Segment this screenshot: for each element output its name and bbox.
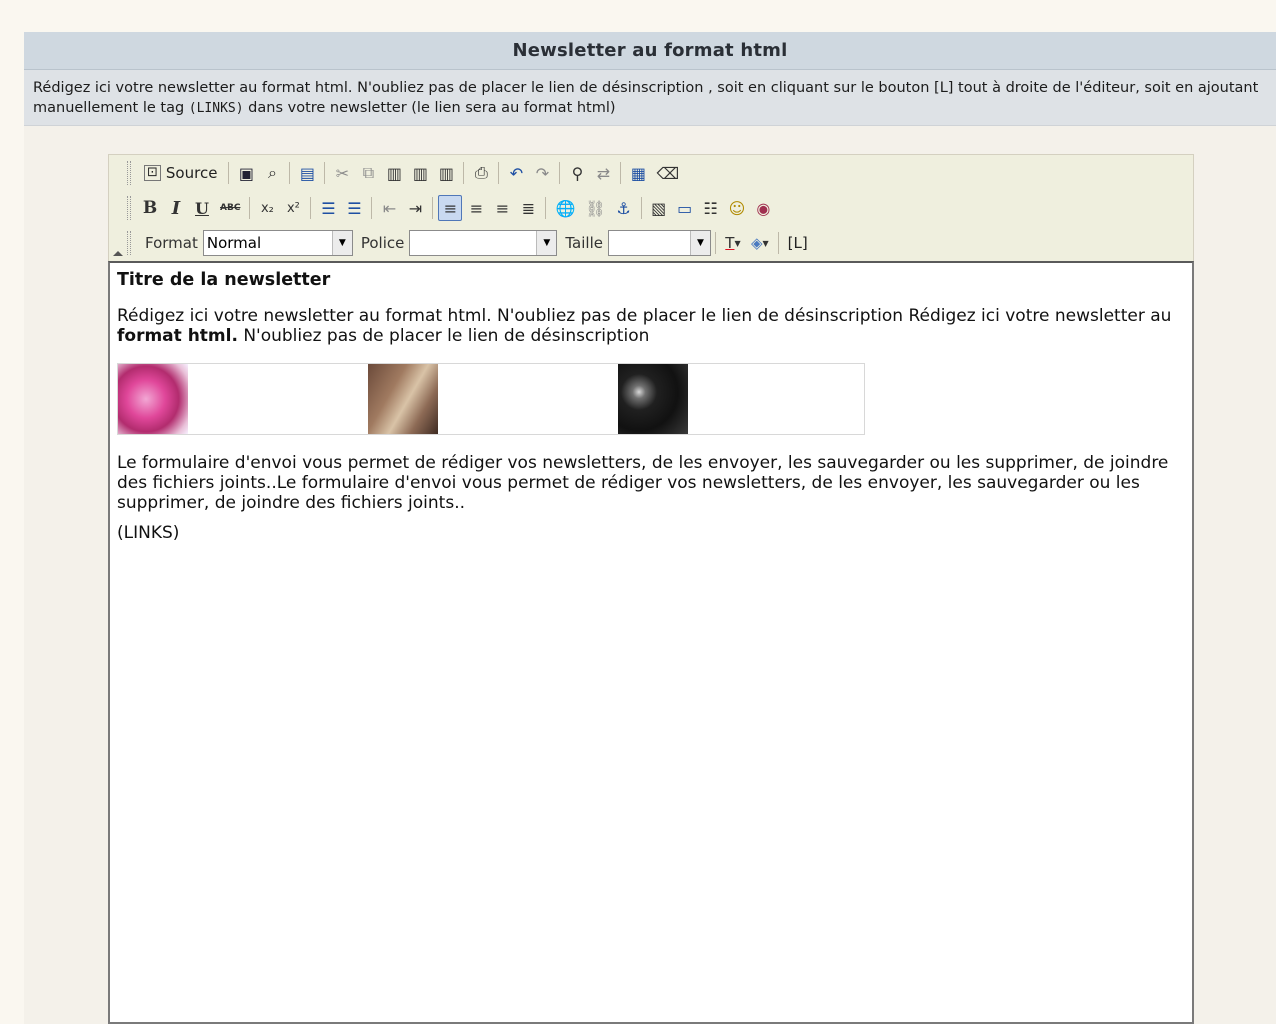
- toolbar-row-2: B I U ABC x₂ x² ☰ ☰ ⇤ ⇥ ≡ ≡ ≡ ≣ 🌐 ⛓ ⚓ ▧ …: [127, 193, 776, 223]
- unordered-list-icon[interactable]: ☰: [342, 195, 366, 221]
- flower-image[interactable]: [118, 364, 188, 434]
- body-paragraph: Le formulaire d'envoi vous permet de réd…: [117, 453, 1169, 513]
- source-button[interactable]: ⊡ Source: [138, 160, 223, 186]
- source-button-label: Source: [165, 164, 218, 182]
- unlink-icon[interactable]: ⛓: [581, 195, 609, 221]
- intro-paragraph: Rédigez ici votre newsletter au format h…: [117, 306, 1185, 346]
- editor-toolbar: ⊡ Source ▣ ⌕ ▤ ✂ ⧉ ▥ ▥ ▥ ⎙ ↶ ↷ ⚲ ⇄ ▦ ⌫ B…: [108, 154, 1194, 261]
- newsletter-panel: Newsletter au format html Rédigez ici vo…: [24, 32, 1276, 1024]
- image-icon[interactable]: ▧: [647, 195, 671, 221]
- html-editor: ⊡ Source ▣ ⌕ ▤ ✂ ⧉ ▥ ▥ ▥ ⎙ ↶ ↷ ⚲ ⇄ ▦ ⌫ B…: [108, 154, 1194, 1024]
- newsletter-title: Titre de la newsletter: [117, 270, 331, 290]
- find-icon[interactable]: ⚲: [565, 160, 589, 186]
- save-icon[interactable]: ▣: [234, 160, 258, 186]
- format-label: Format: [145, 234, 198, 252]
- redo-icon[interactable]: ↷: [530, 160, 554, 186]
- align-left-icon[interactable]: ≡: [438, 195, 463, 221]
- source-icon: ⊡: [144, 165, 161, 181]
- bold-button[interactable]: B: [138, 195, 162, 221]
- toolbar-grip: [127, 196, 131, 220]
- chevron-down-icon[interactable]: ▼: [331, 231, 352, 255]
- bg-color-button[interactable]: ◈ ▼: [747, 230, 773, 256]
- indent-icon[interactable]: ⇥: [403, 195, 427, 221]
- anchor-icon[interactable]: ⚓: [612, 195, 636, 221]
- panel-description: Rédigez ici votre newsletter au format h…: [24, 70, 1276, 126]
- replace-icon[interactable]: ⇄: [591, 160, 615, 186]
- portrait-image[interactable]: [368, 364, 438, 434]
- toolbar-collapse-icon[interactable]: [113, 251, 123, 256]
- copy-icon[interactable]: ⧉: [356, 160, 380, 186]
- special-char-icon[interactable]: ◉: [751, 195, 775, 221]
- underline-button[interactable]: U: [190, 195, 214, 221]
- toolbar-row-3: Format Normal ▼ Police ▼ Taille ▼ T ▼ ◈ ▼: [127, 228, 813, 258]
- toolbar-grip: [127, 231, 131, 255]
- align-right-icon[interactable]: ≡: [490, 195, 514, 221]
- editor-content[interactable]: Titre de la newsletter Rédigez ici votre…: [108, 261, 1194, 1024]
- links-tag: (LINKS): [117, 523, 180, 543]
- format-select-value: Normal: [206, 234, 262, 252]
- panel-title: Newsletter au format html: [24, 32, 1276, 70]
- link-icon[interactable]: 🌐: [551, 195, 579, 221]
- toolbar-row-1: ⊡ Source ▣ ⌕ ▤ ✂ ⧉ ▥ ▥ ▥ ⎙ ↶ ↷ ⚲ ⇄ ▦ ⌫: [127, 158, 684, 188]
- description-links-tag: (LINKS): [188, 101, 244, 116]
- image-strip: [117, 363, 865, 435]
- paste-icon[interactable]: ▥: [382, 160, 406, 186]
- font-label: Police: [360, 234, 405, 252]
- font-select[interactable]: ▼: [409, 230, 558, 256]
- cut-icon[interactable]: ✂: [330, 160, 354, 186]
- intro-text-a: Rédigez ici votre newsletter au format h…: [117, 306, 1172, 326]
- undo-icon[interactable]: ↶: [504, 160, 528, 186]
- intro-text-bold: format html.: [117, 326, 238, 346]
- paste-word-icon[interactable]: ▥: [434, 160, 458, 186]
- print-icon[interactable]: ⎙: [469, 160, 493, 186]
- outdent-icon[interactable]: ⇤: [377, 195, 401, 221]
- table-icon[interactable]: ▭: [673, 195, 697, 221]
- format-select[interactable]: Normal ▼: [202, 230, 353, 256]
- smiley-icon[interactable]: ☺: [725, 195, 750, 221]
- chevron-down-icon[interactable]: ▼: [536, 231, 557, 255]
- toolbar-grip: [127, 161, 131, 185]
- superscript-button[interactable]: x²: [281, 195, 305, 221]
- description-text-2: dans votre newsletter (le lien sera au f…: [243, 100, 616, 116]
- horizontal-rule-icon[interactable]: ☷: [699, 195, 723, 221]
- remove-format-icon[interactable]: ⌫: [652, 160, 683, 186]
- select-all-icon[interactable]: ▦: [626, 160, 650, 186]
- align-justify-icon[interactable]: ≣: [516, 195, 540, 221]
- templates-icon[interactable]: ▤: [295, 160, 319, 186]
- subscript-button[interactable]: x₂: [255, 195, 279, 221]
- preview-icon[interactable]: ⌕: [260, 160, 284, 186]
- size-select[interactable]: ▼: [607, 230, 711, 256]
- strikethrough-button[interactable]: ABC: [216, 195, 244, 221]
- bg-color-icon: ◈: [750, 234, 763, 252]
- text-color-icon: T: [725, 234, 735, 252]
- align-center-icon[interactable]: ≡: [464, 195, 488, 221]
- ordered-list-icon[interactable]: ☰: [316, 195, 340, 221]
- size-label: Taille: [565, 234, 603, 252]
- paste-text-icon[interactable]: ▥: [408, 160, 432, 186]
- intro-text-b: N'oubliez pas de placer le lien de désin…: [237, 326, 650, 346]
- italic-button[interactable]: I: [164, 195, 188, 221]
- insert-links-button[interactable]: [L]: [784, 230, 812, 256]
- chevron-down-icon[interactable]: ▼: [689, 231, 710, 255]
- mouse-image[interactable]: [618, 364, 688, 434]
- text-color-button[interactable]: T ▼: [721, 230, 745, 256]
